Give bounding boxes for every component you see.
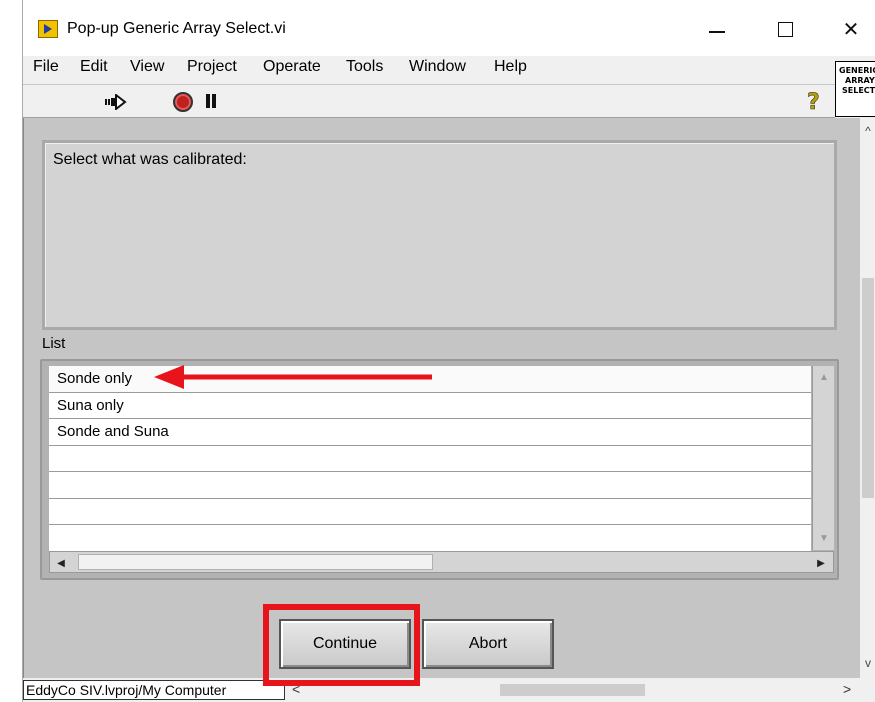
- menu-view[interactable]: View: [130, 58, 164, 76]
- listbox-vertical-scrollbar[interactable]: ▲ ▼: [812, 366, 834, 550]
- scroll-up-icon[interactable]: ▲: [815, 368, 833, 386]
- listbox: Sonde only Suna only Sonde and Suna ▲ ▼ …: [40, 359, 839, 580]
- annotation-highlight-box: [263, 604, 420, 686]
- pause-icon[interactable]: [205, 94, 219, 110]
- list-item[interactable]: [49, 445, 811, 472]
- status-bar: EddyCo SIV.lvproj/My Computer < >: [23, 678, 875, 702]
- scroll-down-icon[interactable]: ▼: [815, 529, 833, 547]
- project-path: EddyCo SIV.lvproj/My Computer: [23, 680, 285, 700]
- vi-icon-line-2: ARRAY: [845, 76, 875, 85]
- chevron-right-icon[interactable]: >: [843, 681, 851, 697]
- panel-vertical-scrollbar[interactable]: ^ v: [860, 118, 875, 678]
- run-arrow-icon[interactable]: [105, 94, 127, 110]
- window-title: Pop-up Generic Array Select.vi: [67, 20, 286, 37]
- title-bar: Pop-up Generic Array Select.vi ✕: [23, 0, 875, 58]
- maximize-button[interactable]: [765, 12, 805, 46]
- list-item[interactable]: Sonde and Suna: [49, 419, 811, 446]
- menu-file[interactable]: File: [33, 58, 59, 76]
- menu-tools[interactable]: Tools: [346, 58, 383, 76]
- vi-icon-line-1: GENERIC: [839, 66, 875, 75]
- list-item[interactable]: [49, 525, 811, 552]
- listbox-rows: Sonde only Suna only Sonde and Suna: [49, 366, 811, 552]
- close-button[interactable]: ✕: [831, 12, 871, 46]
- chevron-down-icon[interactable]: v: [862, 656, 874, 670]
- minimize-button[interactable]: [697, 12, 737, 46]
- vi-window: Pop-up Generic Array Select.vi ✕ File Ed…: [22, 0, 875, 702]
- horizontal-scroll-thumb[interactable]: [78, 554, 433, 570]
- scroll-left-icon[interactable]: ◀: [52, 554, 70, 572]
- toolbar: ?: [23, 84, 835, 118]
- panel-hscroll-thumb[interactable]: [500, 684, 645, 696]
- scroll-right-icon[interactable]: ▶: [812, 554, 830, 572]
- front-panel: Select what was calibrated: List Sonde o…: [23, 118, 860, 678]
- annotation-arrow-icon: [154, 365, 432, 389]
- menu-edit[interactable]: Edit: [80, 58, 108, 76]
- list-item[interactable]: [49, 498, 811, 525]
- labview-vi-icon: [38, 20, 58, 38]
- list-item[interactable]: Suna only: [49, 392, 811, 419]
- menu-bar: File Edit View Project Operate Tools Win…: [23, 56, 875, 84]
- abort-button[interactable]: Abort: [422, 619, 554, 669]
- vi-icon-line-3: SELECT: [842, 86, 875, 95]
- maximize-icon: [777, 21, 793, 37]
- menu-operate[interactable]: Operate: [263, 58, 321, 76]
- panel-scroll-thumb[interactable]: [862, 278, 874, 498]
- vi-connector-icon[interactable]: GENERIC ARRAY SELECT: [835, 61, 875, 117]
- context-help-icon[interactable]: ?: [807, 90, 820, 116]
- chevron-up-icon[interactable]: ^: [862, 124, 874, 138]
- abort-execution-icon[interactable]: [173, 92, 193, 112]
- list-item[interactable]: [49, 472, 811, 499]
- list-label: List: [42, 335, 66, 352]
- menu-help[interactable]: Help: [494, 58, 527, 76]
- minimize-icon: [709, 31, 725, 33]
- close-icon: ✕: [842, 18, 860, 41]
- menu-project[interactable]: Project: [187, 58, 237, 76]
- message-indicator: Select what was calibrated:: [42, 140, 837, 330]
- listbox-horizontal-scrollbar[interactable]: ◀ ▶: [49, 551, 834, 573]
- menu-window[interactable]: Window: [409, 58, 466, 76]
